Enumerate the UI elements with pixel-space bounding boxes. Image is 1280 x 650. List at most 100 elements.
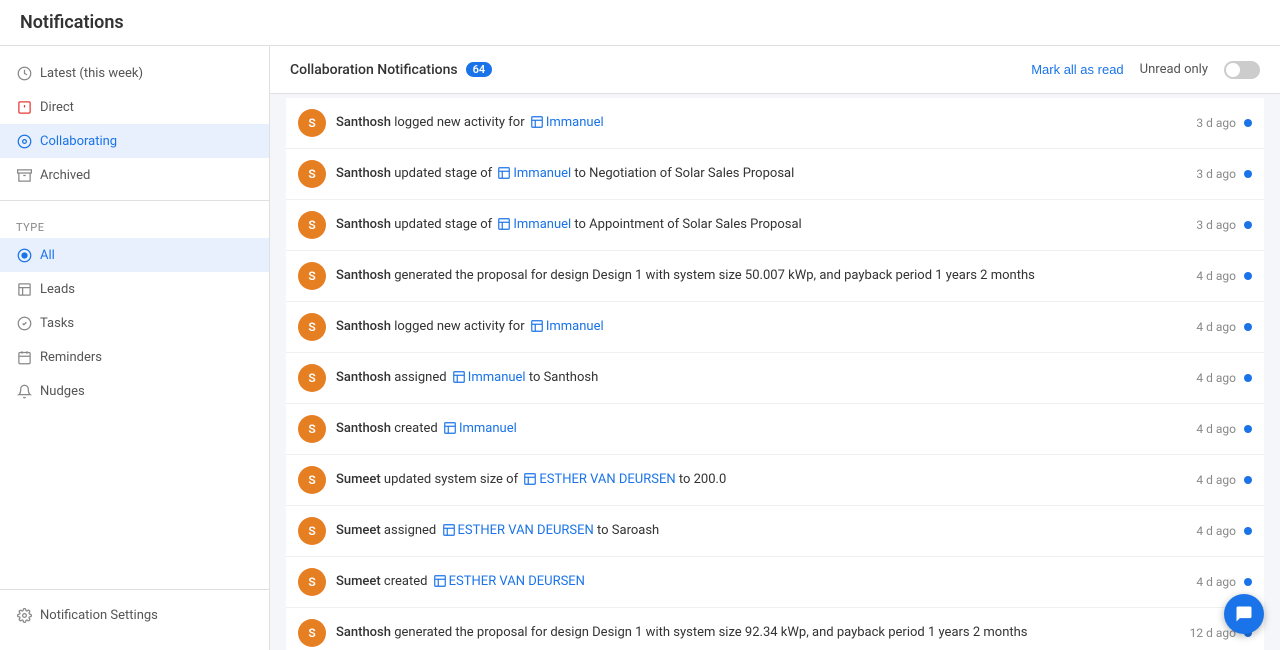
sidebar-item-reminders[interactable]: Reminders xyxy=(0,340,269,374)
notification-link[interactable]: Immanuel xyxy=(546,319,604,334)
sidebar-item-leads[interactable]: Leads xyxy=(0,272,269,306)
avatar: S xyxy=(298,160,326,188)
unread-indicator xyxy=(1244,425,1252,433)
notification-link[interactable]: Immanuel xyxy=(468,370,526,385)
notification-item: SSanthosh assigned Immanuel to Santhosh4… xyxy=(286,353,1264,404)
notification-meta: 4 d ago xyxy=(1196,524,1252,538)
avatar: S xyxy=(298,619,326,647)
notification-link[interactable]: Immanuel xyxy=(513,217,571,232)
notification-meta: 4 d ago xyxy=(1196,473,1252,487)
notification-meta: 4 d ago xyxy=(1196,575,1252,589)
notification-link[interactable]: Immanuel xyxy=(546,115,604,130)
notification-detail: to Saroash xyxy=(594,523,659,538)
unread-indicator xyxy=(1244,578,1252,586)
notification-detail: generated the proposal for design Design… xyxy=(391,625,1028,640)
direct-label: Direct xyxy=(40,100,74,115)
sidebar-item-all[interactable]: All xyxy=(0,238,269,272)
notification-time: 4 d ago xyxy=(1196,269,1236,283)
lead-icon xyxy=(523,472,537,486)
sidebar: Latest (this week) Direct Collaborating … xyxy=(0,46,270,650)
notification-badge: 64 xyxy=(466,62,493,77)
unread-indicator xyxy=(1244,323,1252,331)
notification-link[interactable]: ESTHER VAN DEURSEN xyxy=(539,472,675,487)
notification-sender: Sumeet xyxy=(336,523,381,538)
sidebar-item-settings[interactable]: Notification Settings xyxy=(0,598,269,632)
notification-detail: assigned xyxy=(391,370,450,385)
sidebar-item-archived[interactable]: Archived xyxy=(0,158,269,192)
avatar: S xyxy=(298,211,326,239)
lead-icon xyxy=(433,574,447,588)
notification-time: 4 d ago xyxy=(1196,575,1236,589)
tasks-label: Tasks xyxy=(40,316,74,331)
notification-item: S Santhosh generated the proposal for des… xyxy=(286,608,1264,650)
unread-indicator xyxy=(1244,221,1252,229)
notification-link[interactable]: Immanuel xyxy=(459,421,517,436)
leads-icon xyxy=(16,281,32,297)
notification-time: 4 d ago xyxy=(1196,371,1236,385)
notification-time: 4 d ago xyxy=(1196,473,1236,487)
collaborating-icon xyxy=(16,133,32,149)
avatar: S xyxy=(298,415,326,443)
notification-sender: Santhosh xyxy=(336,268,391,283)
unread-only-toggle[interactable] xyxy=(1224,61,1260,79)
notification-item: S Santhosh logged new activity for Immanu… xyxy=(286,302,1264,353)
unread-indicator xyxy=(1244,527,1252,535)
nudges-icon xyxy=(16,383,32,399)
notification-time: 4 d ago xyxy=(1196,524,1236,538)
notification-sender: Santhosh xyxy=(336,115,391,130)
notification-text: Santhosh generated the proposal for desi… xyxy=(336,624,1180,642)
avatar: S xyxy=(298,517,326,545)
tasks-icon xyxy=(16,315,32,331)
notification-detail: updated stage of xyxy=(391,217,495,232)
nudges-label: Nudges xyxy=(40,384,85,399)
lead-icon xyxy=(442,523,456,537)
notification-link[interactable]: ESTHER VAN DEURSEN xyxy=(458,523,594,538)
notification-link[interactable]: Immanuel xyxy=(513,166,571,181)
notification-link[interactable]: ESTHER VAN DEURSEN xyxy=(449,574,585,589)
notification-sender: Sumeet xyxy=(336,472,381,487)
mark-all-read-button[interactable]: Mark all as read xyxy=(1031,62,1123,77)
notification-detail: to 200.0 xyxy=(676,472,727,487)
notification-detail: created xyxy=(381,574,431,589)
notification-meta: 4 d ago xyxy=(1196,371,1252,385)
lead-icon xyxy=(530,115,544,129)
notification-time: 4 d ago xyxy=(1196,320,1236,334)
notification-time: 3 d ago xyxy=(1196,116,1236,130)
notification-detail: to Santhosh xyxy=(526,370,599,385)
notification-text: Santhosh logged new activity for Immanue… xyxy=(336,318,1186,336)
all-icon xyxy=(16,247,32,263)
notification-sender: Santhosh xyxy=(336,370,391,385)
unread-indicator xyxy=(1244,170,1252,178)
unread-indicator xyxy=(1244,272,1252,280)
sidebar-item-nudges[interactable]: Nudges xyxy=(0,374,269,408)
notifications-list: S Santhosh logged new activity for Immanu… xyxy=(270,94,1280,650)
lead-icon xyxy=(452,370,466,384)
avatar: S xyxy=(298,109,326,137)
sidebar-item-latest[interactable]: Latest (this week) xyxy=(0,56,269,90)
notification-item: SSumeet created ESTHER VAN DEURSEN4 d ag… xyxy=(286,557,1264,608)
notification-time: 3 d ago xyxy=(1196,167,1236,181)
notification-text: Santhosh updated stage of Immanuel to Ne… xyxy=(336,165,1186,183)
notification-detail: to Negotiation of Solar Sales Proposal xyxy=(571,166,794,181)
app-container: Notifications Latest (this week) Direct xyxy=(0,0,1280,650)
notification-sender: Santhosh xyxy=(336,217,391,232)
notification-item: SSumeet assigned ESTHER VAN DEURSEN to S… xyxy=(286,506,1264,557)
notification-meta: 4 d ago xyxy=(1196,320,1252,334)
notification-text: Santhosh generated the proposal for desi… xyxy=(336,267,1186,285)
unread-indicator xyxy=(1244,119,1252,127)
sidebar-item-collaborating[interactable]: Collaborating xyxy=(0,124,269,158)
chat-bubble-button[interactable] xyxy=(1224,594,1264,634)
sidebar-item-tasks[interactable]: Tasks xyxy=(0,306,269,340)
notification-text: Sumeet updated system size of ESTHER VAN… xyxy=(336,471,1186,489)
avatar: S xyxy=(298,313,326,341)
notification-item: SSanthosh generated the proposal for des… xyxy=(286,251,1264,302)
notification-meta: 4 d ago xyxy=(1196,269,1252,283)
unread-indicator xyxy=(1244,374,1252,382)
notification-text: Santhosh assigned Immanuel to Santhosh xyxy=(336,369,1186,387)
latest-label: Latest (this week) xyxy=(40,66,143,81)
notification-detail: updated system size of xyxy=(381,472,522,487)
notification-item: S Santhosh updated stage of Immanuel to N… xyxy=(286,149,1264,200)
section-title: Collaboration Notifications xyxy=(290,62,458,78)
notification-sender: Sumeet xyxy=(336,574,381,589)
sidebar-item-direct[interactable]: Direct xyxy=(0,90,269,124)
